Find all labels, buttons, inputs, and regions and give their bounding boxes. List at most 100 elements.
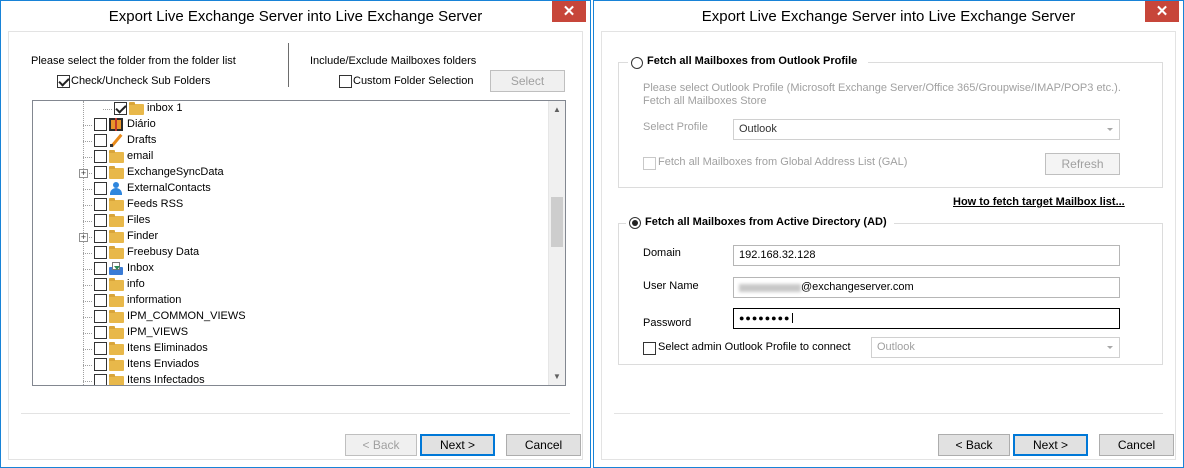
how-to-fetch-link[interactable]: How to fetch target Mailbox list... [953,196,1125,208]
tree-item-checkbox[interactable] [94,374,107,385]
folder-icon [108,149,124,164]
tree-connector [83,349,92,350]
journal-icon [108,117,124,132]
back-button[interactable]: < Back [345,434,417,456]
close-button[interactable]: ✕ [552,1,586,22]
tree-item-label: Itens Eliminados [127,342,208,354]
tree-item-label: IPM_VIEWS [127,326,189,338]
tree-connector [83,285,92,286]
tree-item-label: Itens Enviados [127,358,200,370]
expand-icon[interactable]: + [79,169,88,178]
tree-item-checkbox[interactable] [114,102,127,115]
tree-item[interactable]: ExternalContacts [33,181,547,197]
refresh-button[interactable]: Refresh [1045,153,1120,175]
scroll-thumb[interactable] [551,197,563,247]
tree-item[interactable]: Files [33,213,547,229]
tree-item[interactable]: Itens Eliminados [33,341,547,357]
header-divider [288,43,289,87]
outlook-profile-radio[interactable] [631,57,643,69]
tree-item[interactable]: IPM_COMMON_VIEWS [33,309,547,325]
tree-item-checkbox[interactable] [94,342,107,355]
tree-item[interactable]: email [33,149,547,165]
tree-item[interactable]: information [33,293,547,309]
tree-item[interactable]: Diário [33,117,547,133]
select-profile-dropdown[interactable]: Outlook [733,119,1120,140]
gal-label: Fetch all Mailboxes from Global Address … [658,156,908,168]
tree-item[interactable]: Feeds RSS [33,197,547,213]
tree-item[interactable]: Inbox [33,261,547,277]
tree-connector [83,301,92,302]
tree-item-label: Freebusy Data [127,246,200,258]
tree-item-checkbox[interactable] [94,166,107,179]
tree-item[interactable]: Drafts [33,133,547,149]
tree-item-checkbox[interactable] [94,214,107,227]
domain-field[interactable]: 192.168.32.128 [733,245,1120,266]
tree-item[interactable]: Itens Enviados [33,357,547,373]
tree-item-label: Finder [127,230,159,242]
tree-item-checkbox[interactable] [94,278,107,291]
tree-item[interactable]: + Finder [33,229,547,245]
tree-item-label: info [127,278,145,290]
inbox-icon [108,261,124,276]
tree-connector [83,189,92,190]
tree-item-checkbox[interactable] [94,150,107,163]
back-button[interactable]: < Back [938,434,1010,456]
tree-item-checkbox[interactable] [94,134,107,147]
tree-item[interactable]: info [33,277,547,293]
check-sub-folders-label: Check/Uncheck Sub Folders [71,75,211,87]
pencil-icon [108,133,124,148]
folder-icon [108,309,124,324]
tree-connector [103,109,112,110]
tree-connector [83,141,92,142]
tree-item-checkbox[interactable] [94,198,107,211]
tree-item[interactable]: IPM_VIEWS [33,325,547,341]
tree-item-label: Drafts [127,134,157,146]
tree-item-checkbox[interactable] [94,358,107,371]
gal-checkbox[interactable] [643,157,656,170]
close-button[interactable]: ✕ [1145,1,1179,22]
next-button[interactable]: Next > [1013,434,1088,456]
admin-profile-checkbox[interactable] [643,342,656,355]
tree-item[interactable]: + ExchangeSyncData [33,165,547,181]
next-button[interactable]: Next > [420,434,495,456]
outlook-profile-option-label: Fetch all Mailboxes from Outlook Profile [647,55,858,67]
folder-icon [108,165,124,180]
folder-icon [108,197,124,212]
tree-item-label: Feeds RSS [127,198,184,210]
tree-item-checkbox[interactable] [94,326,107,339]
tree-item-checkbox[interactable] [94,262,107,275]
folder-tree[interactable]: inbox 1 Diário Drafts email + ExchangeSyncDat… [32,100,566,386]
blurred-username [739,284,801,292]
tree-scrollbar[interactable]: ▲ ▼ [548,101,565,385]
outlook-profile-help-line1: Please select Outlook Profile (Microsoft… [643,82,1121,94]
title-bar: Export Live Exchange Server into Live Ex… [594,1,1183,31]
dialog-body: Please select the folder from the folder… [8,31,583,460]
active-directory-radio[interactable] [629,217,641,229]
footer-divider [614,413,1163,414]
cancel-button[interactable]: Cancel [1099,434,1174,456]
expand-icon[interactable]: + [79,233,88,242]
tree-item-checkbox[interactable] [94,182,107,195]
select-button[interactable]: Select [490,70,565,92]
tree-item-checkbox[interactable] [94,230,107,243]
select-profile-value: Outlook [739,123,777,135]
tree-item-checkbox[interactable] [94,310,107,323]
tree-item-label: Files [127,214,151,226]
password-field[interactable]: ●●●●●●●● [733,308,1120,329]
tree-connector [83,333,92,334]
tree-item[interactable]: inbox 1 [53,101,565,117]
check-sub-folders-checkbox[interactable] [57,75,70,88]
tree-item-checkbox[interactable] [94,294,107,307]
scroll-down-icon[interactable]: ▼ [549,368,565,385]
tree-item[interactable]: Freebusy Data [33,245,547,261]
tree-item-checkbox[interactable] [94,246,107,259]
cancel-button[interactable]: Cancel [506,434,581,456]
password-label: Password [643,317,692,329]
tree-item[interactable]: Itens Infectados [33,373,547,385]
username-field[interactable]: @exchangeserver.com [733,277,1120,298]
tree-item-checkbox[interactable] [94,118,107,131]
custom-folder-checkbox[interactable] [339,75,352,88]
admin-profile-dropdown[interactable]: Outlook [871,337,1120,358]
scroll-up-icon[interactable]: ▲ [549,101,565,118]
window-title: Export Live Exchange Server into Live Ex… [108,8,483,25]
